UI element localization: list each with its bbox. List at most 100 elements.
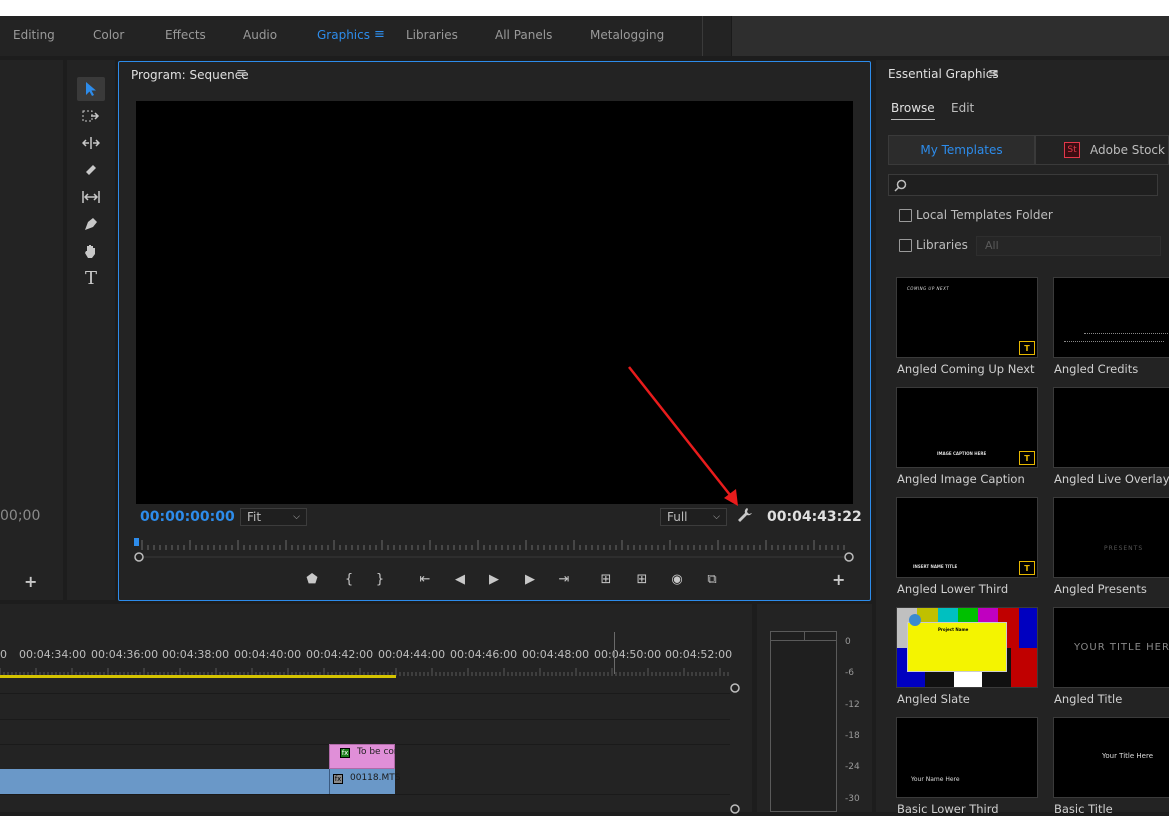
meter-scale-label: -18	[845, 731, 860, 741]
track-divider	[0, 794, 730, 795]
workspace-tab-audio[interactable]: Audio	[243, 28, 277, 42]
thumb-text: YOUR TITLE HERE	[1074, 642, 1169, 653]
search-input[interactable]	[888, 174, 1158, 196]
selection-tool-icon[interactable]	[77, 77, 105, 101]
extract-icon[interactable]: ⊞	[633, 572, 651, 587]
video-clip[interactable]	[0, 769, 329, 794]
hamburger-icon[interactable]: ≡	[374, 27, 385, 42]
graphic-template-icon: T	[1019, 561, 1035, 575]
template-thumb[interactable]	[1053, 277, 1169, 358]
razor-tool-icon[interactable]	[77, 158, 105, 182]
template-thumb[interactable]: PRESENTS	[1053, 497, 1169, 578]
template-thumb[interactable]: Project Name	[896, 607, 1038, 688]
template-name: Angled Live Overlay	[1054, 472, 1169, 486]
annotation-arrow	[628, 366, 738, 506]
step-forward-icon[interactable]: ▶	[521, 572, 539, 587]
thumb-text: COMING UP NEXT	[907, 286, 950, 291]
timeline-zoom-handle[interactable]	[729, 682, 741, 694]
timeline-time-label: 0	[0, 648, 7, 661]
video-clip[interactable]: fx 00118.MTS	[329, 769, 400, 794]
template-thumb[interactable]: INSERT NAME TITLE T	[896, 497, 1038, 578]
template-thumb[interactable]: Your Title Here	[1053, 717, 1169, 798]
workspace-tab-color[interactable]: Color	[93, 28, 124, 42]
zoom-scrollbar[interactable]	[134, 551, 854, 562]
time-ruler[interactable]	[134, 538, 854, 552]
track-select-tool-icon[interactable]	[77, 104, 105, 128]
timeline-time-label: 00:04:44:00	[378, 648, 446, 661]
meter-scale-label: -6	[845, 668, 854, 678]
tab-edit[interactable]: Edit	[951, 101, 974, 115]
graphic-clip[interactable]: fx To be con	[329, 744, 395, 769]
template-name: Angled Coming Up Next	[897, 362, 1035, 376]
meter-scale-label: 0	[845, 637, 851, 647]
source-panel: 00;00 +	[0, 60, 63, 600]
thumb-text: IMAGE CAPTION HERE	[937, 451, 987, 456]
template-name: Angled Presents	[1054, 582, 1147, 596]
local-templates-checkbox[interactable]	[899, 209, 912, 222]
slip-tool-icon[interactable]	[77, 185, 105, 209]
graphic-template-icon: T	[1019, 451, 1035, 465]
template-name: Angled Credits	[1054, 362, 1139, 376]
timeline-time-label: 00:04:50:00	[594, 648, 662, 661]
play-icon[interactable]: ▶	[485, 572, 503, 587]
thumb-text: Project Name	[938, 627, 969, 632]
add-marker-icon[interactable]: ⬟	[303, 572, 321, 587]
timeline-time-label: 00:04:38:00	[162, 648, 230, 661]
essential-graphics-panel: Essential Graphics ≡ Browse Edit My Temp…	[876, 60, 1169, 816]
menu-divider	[702, 16, 703, 56]
template-thumb[interactable]: COMING UP NEXT T	[896, 277, 1038, 358]
add-button[interactable]: +	[24, 572, 37, 591]
workspace-tab-effects[interactable]: Effects	[165, 28, 206, 42]
go-to-out-icon[interactable]: ⇥	[555, 572, 573, 587]
playback-resolution-select[interactable]: Full ⌵	[660, 508, 727, 526]
panel-menu-icon[interactable]: ≡	[236, 66, 247, 81]
window-top-strip	[0, 0, 1169, 16]
workspace-tab-libraries[interactable]: Libraries	[406, 28, 458, 42]
template-thumb[interactable]: YOUR TITLE HERE	[1053, 607, 1169, 688]
type-tool-icon[interactable]: T	[77, 266, 105, 290]
step-back-icon[interactable]: ◀	[451, 572, 469, 587]
libraries-label: Libraries	[916, 238, 968, 252]
tab-my-templates-label: My Templates	[920, 143, 1003, 157]
libraries-checkbox[interactable]	[899, 239, 912, 252]
workspace-tab-metalogging[interactable]: Metalogging	[590, 28, 664, 42]
template-name: Basic Lower Third	[897, 802, 999, 816]
hand-tool-icon[interactable]	[77, 239, 105, 263]
work-area-bar[interactable]	[0, 675, 396, 678]
timeline-zoom-handle[interactable]	[729, 803, 741, 815]
template-name: Angled Image Caption	[897, 472, 1025, 486]
clip-name: 00118.MTS	[350, 773, 401, 783]
comparison-view-icon[interactable]: ⧉	[703, 572, 721, 587]
pen-tool-icon[interactable]	[77, 212, 105, 236]
clip-title: To be con	[357, 747, 395, 757]
mark-out-icon[interactable]: }	[371, 572, 389, 587]
lift-icon[interactable]: ⊞	[597, 572, 615, 587]
thumb-text: INSERT NAME TITLE	[913, 564, 958, 569]
tab-adobe-stock[interactable]: St Adobe Stock	[1035, 135, 1169, 165]
playhead-timecode[interactable]: 00:00:00:00	[140, 509, 235, 525]
local-templates-label: Local Templates Folder	[916, 208, 1053, 222]
template-thumb[interactable]: IMAGE CAPTION HERE T	[896, 387, 1038, 468]
mark-in-icon[interactable]: {	[340, 572, 358, 587]
workspace-tab-editing[interactable]: Editing	[13, 28, 55, 42]
template-name: Angled Lower Third	[897, 582, 1009, 596]
libraries-select[interactable]: All	[976, 236, 1161, 256]
go-to-in-icon[interactable]: ⇤	[416, 572, 434, 587]
zoom-level-select[interactable]: Fit ⌵	[240, 508, 307, 526]
export-frame-icon[interactable]: ◉	[668, 572, 686, 587]
panel-menu-icon[interactable]: ≡	[988, 66, 999, 81]
tab-my-templates[interactable]: My Templates	[888, 135, 1035, 165]
playback-resolution-value: Full	[667, 510, 688, 524]
meter-scale-label: -24	[845, 762, 860, 772]
workspace-tab-graphics[interactable]: Graphics	[317, 28, 370, 42]
template-thumb[interactable]: Your Name Here	[896, 717, 1038, 798]
template-name: Angled Title	[1054, 692, 1123, 706]
template-thumb[interactable]	[1053, 387, 1169, 468]
workspace-tab-all-panels[interactable]: All Panels	[495, 28, 552, 42]
menubar-empty-area	[731, 16, 1169, 56]
ripple-edit-tool-icon[interactable]	[77, 131, 105, 155]
tools-panel: T	[67, 60, 115, 600]
add-button[interactable]: +	[832, 570, 845, 589]
tab-browse[interactable]: Browse	[891, 101, 935, 120]
slate-card: Project Name	[907, 622, 1007, 672]
